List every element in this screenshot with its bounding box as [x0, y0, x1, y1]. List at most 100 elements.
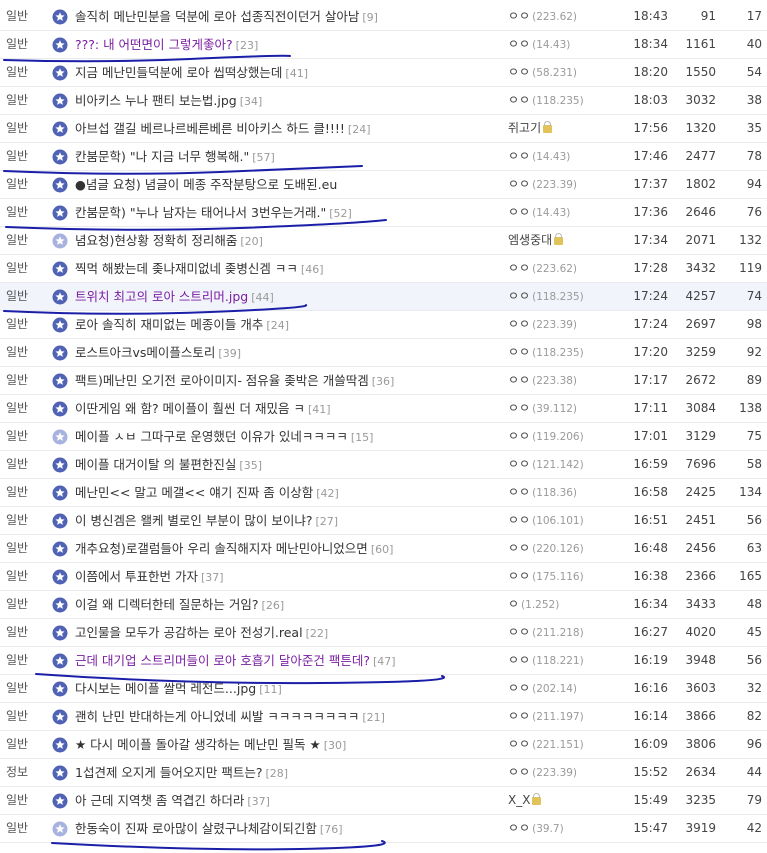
post-author[interactable]: ㅇㅇ (223.62) — [508, 255, 624, 282]
post-row[interactable]: 일반 팩트)메난민 오기전 로아이미지- 점유율 좆박은 개쓸딱겜 [36] ㅇㅇ (2… — [0, 367, 767, 395]
comment-count[interactable]: [41] — [285, 67, 308, 80]
post-author[interactable]: ㅇㅇ (211.218) — [508, 619, 624, 646]
comment-count[interactable]: [21] — [362, 711, 385, 724]
post-author[interactable]: ㅇㅇ (211.197) — [508, 703, 624, 730]
post-title-link[interactable]: 1섭견제 오지게 들어오지만 팩트는? [28] — [75, 759, 288, 786]
post-row[interactable]: 일반 고인물을 모두가 공감하는 로아 전성기.real [22] ㅇㅇ (211.21… — [0, 619, 767, 647]
post-title-link[interactable]: 괜히 난민 반대하는게 아니었네 씨발 ㅋㅋㅋㅋㅋㅋㅋㅋ [21] — [75, 703, 385, 730]
post-author[interactable]: ㅇㅇ (39.112) — [508, 395, 624, 422]
post-title-link[interactable]: 이쯤에서 투표한번 가자 [37] — [75, 563, 224, 590]
post-author[interactable]: ㅇㅇ (14.43) — [508, 199, 624, 226]
post-row[interactable]: 일반 메난민<< 말고 메갤<< 얘기 진짜 좀 이상함 [42] ㅇㅇ (118.36… — [0, 479, 767, 507]
comment-count[interactable]: [34] — [240, 95, 263, 108]
post-row[interactable]: 일반 근데 대기업 스트리머들이 로아 호흡기 달아준건 팩튼데? [47] ㅇㅇ (1… — [0, 647, 767, 675]
post-row[interactable]: 일반 ★ 다시 메이플 돌아갈 생각하는 메난민 필독 ★ [30] ㅇㅇ (221.1… — [0, 731, 767, 759]
post-row[interactable]: 일반 메이플 대거이탈 의 불편한진실 [35] ㅇㅇ (121.142) 16:59 76… — [0, 451, 767, 479]
post-title-link[interactable]: 로스트아크vs메이플스토리 [39] — [75, 339, 241, 366]
comment-count[interactable]: [23] — [236, 39, 259, 52]
post-title-link[interactable]: 고인물을 모두가 공감하는 로아 전성기.real [22] — [75, 619, 328, 646]
post-author[interactable]: ㅇㅇ (118.221) — [508, 647, 624, 674]
comment-count[interactable]: [47] — [373, 655, 396, 668]
comment-count[interactable]: [30] — [324, 739, 347, 752]
comment-count[interactable]: [44] — [251, 291, 274, 304]
post-title-link[interactable]: 이 병신겜은 왤케 별로인 부분이 많이 보이냐? [27] — [75, 507, 338, 534]
post-title-link[interactable]: 지금 메난민들덕분에 로아 씹떡상했는데 [41] — [75, 59, 308, 86]
comment-count[interactable]: [27] — [315, 515, 338, 528]
comment-count[interactable]: [9] — [362, 11, 378, 24]
comment-count[interactable]: [37] — [201, 571, 224, 584]
post-row[interactable]: 일반 메이플 ㅅㅂ 그따구로 운영했던 이유가 있네ㅋㅋㅋㅋ [15] ㅇㅇ (119.… — [0, 423, 767, 451]
post-title-link[interactable]: 솔직히 메난민분을 덕분에 로아 섭종직전이던거 살아남 [9] — [75, 3, 378, 30]
comment-count[interactable]: [37] — [247, 795, 270, 808]
post-title-link[interactable]: 메난민<< 말고 메갤<< 얘기 진짜 좀 이상함 [42] — [75, 479, 339, 506]
post-title-link[interactable]: 로아 솔직히 재미없는 메종이들 개추 [24] — [75, 311, 289, 338]
comment-count[interactable]: [42] — [316, 487, 339, 500]
post-author[interactable]: ㅇ (1.252) — [508, 591, 624, 618]
post-row[interactable]: 일반 솔직히 메난민분을 덕분에 로아 섭종직전이던거 살아남 [9] ㅇㅇ (223.… — [0, 3, 767, 31]
post-row[interactable]: 일반 이쯤에서 투표한번 가자 [37] ㅇㅇ (175.116) 16:38 2366 16… — [0, 563, 767, 591]
post-row[interactable]: 일반 트위치 최고의 로아 스트리머.jpg [44] ㅇㅇ (118.235) 17:2… — [0, 283, 767, 311]
comment-count[interactable]: [24] — [348, 123, 371, 136]
post-row[interactable]: 일반 이걸 왜 디렉터한테 질문하는 거임? [26] ㅇ (1.252) 16:34 34… — [0, 591, 767, 619]
post-author[interactable]: ㅇㅇ (221.151) — [508, 731, 624, 758]
comment-count[interactable]: [28] — [266, 767, 289, 780]
post-title-link[interactable]: 근데 대기업 스트리머들이 로아 호흡기 달아준건 팩튼데? [47] — [75, 647, 396, 674]
post-row[interactable]: 일반 아 근데 지역챗 좀 역겹긴 하더라 [37] X_X 15:49 3235 79 — [0, 787, 767, 815]
comment-count[interactable]: [76] — [320, 823, 343, 836]
post-title-link[interactable]: 아 근데 지역챗 좀 역겹긴 하더라 [37] — [75, 787, 270, 814]
post-title-link[interactable]: 메이플 대거이탈 의 불편한진실 [35] — [75, 451, 262, 478]
post-author[interactable]: 엠생중대 — [508, 227, 624, 254]
post-author[interactable]: ㅇㅇ (223.62) — [508, 3, 624, 30]
post-row[interactable]: 일반 괜히 난민 반대하는게 아니었네 씨발 ㅋㅋㅋㅋㅋㅋㅋㅋ [21] ㅇㅇ (211… — [0, 703, 767, 731]
post-row[interactable]: 일반 다시보는 메이플 쌀먹 레전드...jpg [11] ㅇㅇ (202.14) 16:… — [0, 675, 767, 703]
comment-count[interactable]: [22] — [306, 627, 329, 640]
post-author[interactable]: ㅇㅇ (202.14) — [508, 675, 624, 702]
post-title-link[interactable]: 념요청)현상황 정확히 정리해줌 [20] — [75, 227, 263, 254]
comment-count[interactable]: [26] — [262, 599, 285, 612]
comment-count[interactable]: [11] — [259, 683, 282, 696]
comment-count[interactable]: [46] — [301, 263, 324, 276]
post-author[interactable]: ㅇㅇ (118.235) — [508, 87, 624, 114]
post-row[interactable]: 일반 로아 솔직히 재미없는 메종이들 개추 [24] ㅇㅇ (223.39) 17:24… — [0, 311, 767, 339]
post-author[interactable]: ㅇㅇ (14.43) — [508, 31, 624, 58]
post-row[interactable]: 일반 아브섭 갤길 베르나르베른베른 비아키스 하드 클!!!! [24] 쥐고기 17… — [0, 115, 767, 143]
post-author[interactable]: ㅇㅇ (119.206) — [508, 423, 624, 450]
post-title-link[interactable]: 아브섭 갤길 베르나르베른베른 비아키스 하드 클!!!! [24] — [75, 115, 371, 142]
comment-count[interactable]: [35] — [239, 459, 262, 472]
post-row[interactable]: 일반 칸붐문학) "누나 남자는 태어나서 3번우는거래." [52] ㅇㅇ (14.4… — [0, 199, 767, 227]
comment-count[interactable]: [24] — [266, 319, 289, 332]
post-row[interactable]: 일반 칸붐문학) "나 지금 너무 행복해." [57] ㅇㅇ (14.43) 17:46… — [0, 143, 767, 171]
post-author[interactable]: ㅇㅇ (58.231) — [508, 59, 624, 86]
post-row[interactable]: 일반 ●념글 요청) 념글이 메종 주작분탕으로 도배된.eu ㅇㅇ (223.39)… — [0, 171, 767, 199]
post-row[interactable]: 일반 비아키스 누나 팬티 보는법.jpg [34] ㅇㅇ (118.235) 18:03… — [0, 87, 767, 115]
post-title-link[interactable]: 비아키스 누나 팬티 보는법.jpg [34] — [75, 87, 262, 114]
post-author[interactable]: ㅇㅇ (223.39) — [508, 171, 624, 198]
post-author[interactable]: ㅇㅇ (118.36) — [508, 479, 624, 506]
post-row[interactable]: 일반 지금 메난민들덕분에 로아 씹떡상했는데 [41] ㅇㅇ (58.231) 18:2… — [0, 59, 767, 87]
post-title-link[interactable]: ???: 내 어떤면이 그렇게좋아? [23] — [75, 31, 258, 58]
comment-count[interactable]: [36] — [372, 375, 395, 388]
post-author[interactable]: 쥐고기 — [508, 115, 624, 142]
post-author[interactable]: ㅇㅇ (118.235) — [508, 339, 624, 366]
post-row[interactable]: 일반 찍먹 해봤는데 좆나재미없네 좆병신겜 ㅋㅋ [46] ㅇㅇ (223.62) 17… — [0, 255, 767, 283]
post-author[interactable]: ㅇㅇ (223.39) — [508, 311, 624, 338]
post-row[interactable]: 일반 이딴게임 왜 함? 메이플이 훨씬 더 재밌음 ㅋ [41] ㅇㅇ (39.112… — [0, 395, 767, 423]
post-title-link[interactable]: 한동숙이 진짜 로아많이 살렸구나체감이되긴함 [76] — [75, 815, 343, 842]
post-author[interactable]: ㅇㅇ (106.101) — [508, 507, 624, 534]
post-author[interactable]: ㅇㅇ (175.116) — [508, 563, 624, 590]
post-title-link[interactable]: 다시보는 메이플 쌀먹 레전드...jpg [11] — [75, 675, 282, 702]
comment-count[interactable]: [60] — [371, 543, 394, 556]
post-title-link[interactable]: 메이플 ㅅㅂ 그따구로 운영했던 이유가 있네ㅋㅋㅋㅋ [15] — [75, 423, 373, 450]
post-title-link[interactable]: 이딴게임 왜 함? 메이플이 훨씬 더 재밌음 ㅋ [41] — [75, 395, 331, 422]
post-title-link[interactable]: ★ 다시 메이플 돌아갈 생각하는 메난민 필독 ★ [30] — [75, 731, 346, 758]
comment-count[interactable]: [52] — [329, 207, 352, 220]
post-title-link[interactable]: 칸붐문학) "누나 남자는 태어나서 3번우는거래." [52] — [75, 199, 352, 226]
comment-count[interactable]: [41] — [308, 403, 331, 416]
post-row[interactable]: 일반 개추요청)로갤럼들아 우리 솔직해지자 메난민아니었으면 [60] ㅇㅇ (220… — [0, 535, 767, 563]
post-author[interactable]: ㅇㅇ (14.43) — [508, 143, 624, 170]
post-row[interactable]: 일반 념요청)현상황 정확히 정리해줌 [20] 엠생중대 17:34 2071 132 — [0, 227, 767, 255]
post-author[interactable]: X_X — [508, 787, 624, 814]
post-author[interactable]: ㅇㅇ (118.235) — [508, 283, 624, 310]
comment-count[interactable]: [57] — [252, 151, 275, 164]
post-row[interactable]: 일반 한동숙이 진짜 로아많이 살렸구나체감이되긴함 [76] ㅇㅇ (39.7) 15:… — [0, 815, 767, 843]
